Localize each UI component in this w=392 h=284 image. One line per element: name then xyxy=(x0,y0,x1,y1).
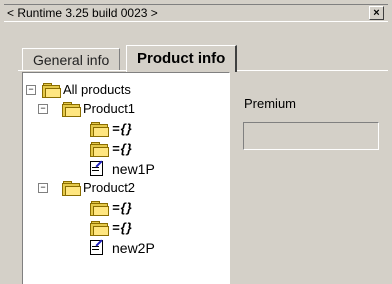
window-title: < Runtime 3.25 build 0023 > xyxy=(7,6,158,20)
collapse-toggle[interactable]: − xyxy=(26,85,36,95)
close-button[interactable]: × xyxy=(369,6,384,20)
tab-general-info[interactable]: General info xyxy=(22,48,121,71)
tree-node-child[interactable]: new2P xyxy=(25,239,225,257)
tree-node-label: ={} xyxy=(112,121,133,136)
tree-node-label: Product1 xyxy=(83,101,136,116)
tree-node-child[interactable]: ={} xyxy=(25,199,225,217)
tree-node-child[interactable]: ={} xyxy=(25,140,225,158)
tree-node-product2[interactable]: − Product2 xyxy=(25,179,225,197)
tree-node-label: ={} xyxy=(112,141,133,156)
tree-node-all-products[interactable]: − All products xyxy=(25,81,225,99)
tree-node-child[interactable]: ={} xyxy=(25,120,225,138)
document-edit-icon xyxy=(90,160,103,176)
collapse-toggle[interactable]: − xyxy=(38,183,48,193)
tree-node-label: new2P xyxy=(112,240,155,256)
folder-icon xyxy=(90,122,109,137)
folder-icon xyxy=(90,201,109,216)
tree-node-child[interactable]: ={} xyxy=(25,219,225,237)
folder-open-icon xyxy=(62,102,81,117)
folder-open-icon xyxy=(62,181,81,196)
folder-icon xyxy=(90,142,109,157)
tree-node-label: ={} xyxy=(112,220,133,235)
premium-label: Premium xyxy=(244,96,297,111)
product-tree[interactable]: − All products − Product1 ={} ={} new1P … xyxy=(22,72,230,284)
premium-field[interactable] xyxy=(243,122,379,150)
tree-node-label: ={} xyxy=(112,200,133,215)
folder-open-icon xyxy=(42,83,61,98)
tree-node-child[interactable]: new1P xyxy=(25,160,225,178)
tree-node-label: new1P xyxy=(112,161,155,177)
folder-icon xyxy=(90,221,109,236)
tree-node-product1[interactable]: − Product1 xyxy=(25,100,225,118)
tree-node-label: Product2 xyxy=(83,180,136,195)
tree-node-label: All products xyxy=(63,82,131,97)
title-bar: < Runtime 3.25 build 0023 > × xyxy=(4,4,388,22)
document-edit-icon xyxy=(90,239,103,255)
tab-product-info[interactable]: Product info xyxy=(126,45,238,72)
collapse-toggle[interactable]: − xyxy=(38,104,48,114)
